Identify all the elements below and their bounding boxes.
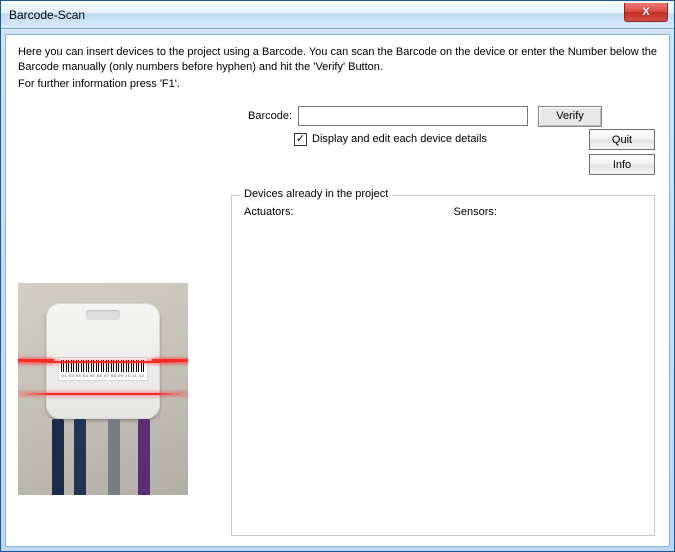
info-button[interactable]: Info <box>589 154 655 175</box>
barcode-number-icon: 01 02 03 04 05 06 07 08 09 10 11 12 <box>62 373 145 378</box>
outer-frame: Here you can insert devices to the proje… <box>1 29 674 551</box>
wire-2-icon <box>74 419 86 495</box>
scan-line-2-icon <box>18 393 188 395</box>
window-frame: Barcode-Scan X Here you can insert devic… <box>0 0 675 552</box>
check-icon: ✓ <box>296 134 305 145</box>
wire-1-icon <box>52 419 64 495</box>
barcode-row: Barcode: Verify <box>18 106 657 127</box>
display-edit-checkbox[interactable]: ✓ <box>294 133 307 146</box>
verify-button[interactable]: Verify <box>538 106 602 127</box>
close-button[interactable]: X <box>624 3 668 22</box>
device-photo: 01 02 03 04 05 06 07 08 09 10 11 12 <box>18 283 188 495</box>
titlebar[interactable]: Barcode-Scan X <box>1 1 674 29</box>
quit-button[interactable]: Quit <box>589 129 655 150</box>
devices-groupbox-title: Devices already in the project <box>240 188 392 200</box>
display-edit-label: Display and edit each device details <box>312 133 487 145</box>
scan-line-1-icon <box>18 361 188 363</box>
client-area: Here you can insert devices to the proje… <box>5 34 670 547</box>
devices-groupbox: Devices already in the project Actuators… <box>231 195 655 536</box>
wire-4-icon <box>138 419 150 495</box>
side-buttons: Quit Info <box>589 129 655 175</box>
sensors-label: Sensors: <box>454 206 497 218</box>
barcode-input[interactable] <box>298 106 528 126</box>
intro-text: Here you can insert devices to the proje… <box>18 45 657 92</box>
barcode-label: Barcode: <box>248 110 292 122</box>
actuators-label: Actuators: <box>244 206 294 218</box>
display-edit-row: ✓ Display and edit each device details <box>18 133 657 146</box>
devices-groupbox-inner: Actuators: Sensors: <box>232 196 654 228</box>
intro-line-1: Here you can insert devices to the proje… <box>18 45 657 75</box>
close-icon: X <box>642 6 649 18</box>
intro-line-2: For further information press 'F1'. <box>18 77 657 92</box>
wire-3-icon <box>108 419 120 495</box>
wires-icon <box>46 419 160 495</box>
window-title: Barcode-Scan <box>9 8 85 22</box>
